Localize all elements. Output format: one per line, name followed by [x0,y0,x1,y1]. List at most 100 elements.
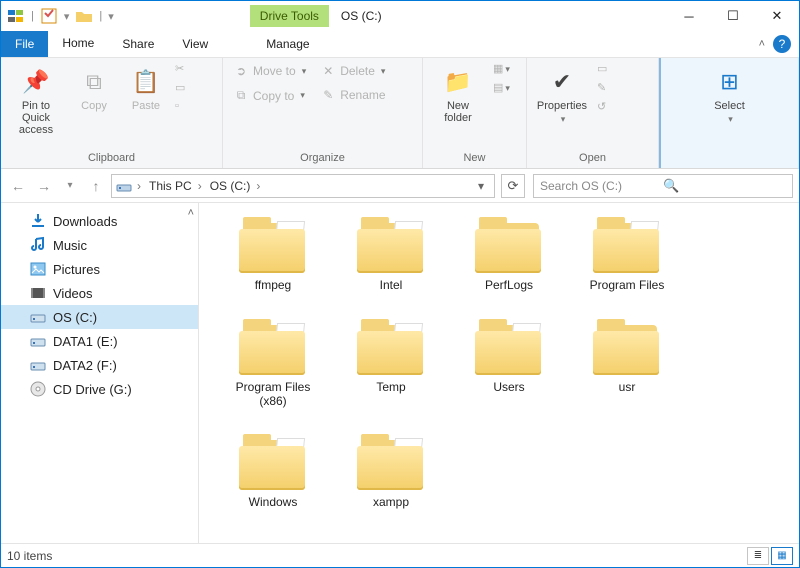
edit-icon[interactable]: ✎ [597,81,607,94]
maximize-button[interactable]: ☐ [711,1,755,31]
minimize-button[interactable]: ─ [667,1,711,31]
folder-qat-icon[interactable] [75,7,93,25]
select-icon: ⊞ [714,66,746,98]
tree-item-label: Downloads [53,214,117,229]
cut-icon[interactable]: ✂ [175,62,185,75]
properties-qat-icon[interactable] [40,7,58,25]
tab-file[interactable]: File [1,31,48,57]
close-button[interactable]: ✕ [755,1,799,31]
title-bar: | ▾ | ▾ Drive Tools OS (C:) ─ ☐ ✕ [1,1,799,31]
folder-windows[interactable]: Windows [227,434,319,510]
up-button[interactable]: ↑ [85,175,107,197]
select-button[interactable]: ⊞ Select [701,62,759,129]
breadcrumb-this-pc[interactable]: This PC [145,179,206,193]
tree-item-downloads[interactable]: Downloads [1,209,198,233]
folder-icon [237,434,309,492]
tree-item-videos[interactable]: Videos [1,281,198,305]
breadcrumb-os-c[interactable]: OS (C:) [206,179,265,193]
contextual-tab-label: Drive Tools [250,5,329,27]
content-pane[interactable]: ffmpeg Intel PerfLogs Program Files Program … [199,203,799,543]
status-bar: 10 items ≣ ▦ [1,543,799,567]
tree-item-pictures[interactable]: Pictures [1,257,198,281]
easy-access-icon[interactable]: ▤ [493,81,510,94]
new-item-icon[interactable]: ▦ [493,62,510,75]
tree-item-os-c-[interactable]: OS (C:) [1,305,198,329]
group-organize-label: Organize [229,150,416,166]
folder-xampp[interactable]: xampp [345,434,437,510]
group-open-label: Open [533,150,652,166]
copy-to-button[interactable]: ⧉Copy to [229,86,310,105]
tab-home[interactable]: Home [48,31,108,57]
group-clipboard-label: Clipboard [7,150,216,166]
refresh-button[interactable]: ⟳ [501,174,525,198]
rename-icon: ✎ [320,88,336,102]
qat-dropdown-icon[interactable]: ▾ [64,10,70,23]
group-new-label: New [429,150,520,166]
folder-icon [473,217,545,275]
folder-users[interactable]: Users [463,319,555,409]
ribbon-collapse-icon[interactable]: ˄ [759,38,765,50]
folder-usr[interactable]: usr [581,319,673,409]
folder-temp[interactable]: Temp [345,319,437,409]
help-button[interactable]: ? [773,35,791,53]
tree-item-cd-drive-g-[interactable]: CD Drive (G:) [1,377,198,401]
tab-manage[interactable]: Manage [252,31,323,57]
copy-button[interactable]: ⧉ Copy [71,62,117,116]
delete-button[interactable]: ✕Delete [316,62,389,80]
status-item-count: 10 items [7,549,52,563]
rename-button[interactable]: ✎Rename [316,86,389,104]
navigation-tree[interactable]: ˄ DownloadsMusicPicturesVideosOS (C:)DAT… [1,203,199,543]
tree-item-label: Music [53,238,87,253]
copy-path-icon[interactable]: ▭ [175,81,185,94]
move-to-icon: ➲ [233,64,249,78]
pin-to-quick-access-button[interactable]: 📌 Pin to Quick access [7,62,65,140]
tree-item-label: DATA2 (F:) [53,358,117,373]
paste-button[interactable]: 📋 Paste [123,62,169,116]
search-icon: 🔍 [663,178,786,194]
tree-item-data2-f-[interactable]: DATA2 (F:) [1,353,198,377]
folder-icon [237,217,309,275]
folder-ffmpeg[interactable]: ffmpeg [227,217,319,293]
ribbon-tabs: File Home Share View Manage ˄ ? [1,31,799,57]
window-title: OS (C:) [341,9,382,23]
folder-perflogs[interactable]: PerfLogs [463,217,555,293]
copy-to-icon: ⧉ [233,88,249,103]
folder-program-files-x86-[interactable]: Program Files (x86) [227,319,319,409]
tab-view[interactable]: View [168,31,222,57]
tree-item-data1-e-[interactable]: DATA1 (E:) [1,329,198,353]
search-input[interactable]: Search OS (C:) 🔍 [533,174,793,198]
details-view-button[interactable]: ≣ [747,547,769,565]
tree-item-label: Videos [53,286,93,301]
folder-icon [237,319,309,377]
tree-item-music[interactable]: Music [1,233,198,257]
pin-icon: 📌 [20,66,52,98]
ribbon: 📌 Pin to Quick access ⧉ Copy 📋 Paste ✂ ▭… [1,57,799,169]
history-icon[interactable]: ↺ [597,100,607,113]
delete-icon: ✕ [320,64,336,78]
recent-locations-button[interactable]: ▾ [59,175,81,197]
icons-view-button[interactable]: ▦ [771,547,793,565]
address-bar[interactable]: This PC OS (C:) ▾ [111,174,495,198]
properties-button[interactable]: ✔ Properties [533,62,591,129]
tree-item-label: CD Drive (G:) [53,382,132,397]
folder-program-files[interactable]: Program Files [581,217,673,293]
move-to-button[interactable]: ➲Move to [229,62,310,80]
open-icon[interactable]: ▭ [597,62,607,75]
folder-icon [355,434,427,492]
crumb-root-arrow[interactable] [132,179,145,193]
back-button[interactable]: ← [7,175,29,197]
tab-share[interactable]: Share [108,31,168,57]
forward-button[interactable]: → [33,175,55,197]
address-dropdown-icon[interactable]: ▾ [472,179,490,193]
folder-label: xampp [373,496,409,510]
drive-icon [29,356,47,374]
tree-scroll-up-icon[interactable]: ˄ [188,207,194,219]
tree-item-label: Pictures [53,262,100,277]
folder-intel[interactable]: Intel [345,217,437,293]
quick-access-toolbar: | ▾ | ▾ [1,7,120,25]
download-icon [29,212,47,230]
folder-icon [591,319,663,377]
new-folder-button[interactable]: 📁 New folder [429,62,487,128]
qat-customize-icon[interactable]: ▾ [108,10,114,23]
paste-shortcut-icon[interactable]: ▫ [175,100,185,112]
